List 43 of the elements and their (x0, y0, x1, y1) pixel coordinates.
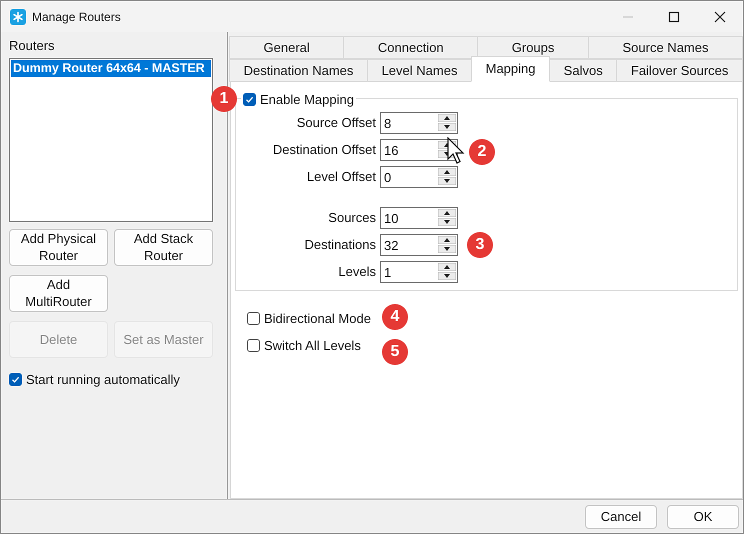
checkbox[interactable] (9, 372, 22, 386)
spin-box[interactable]: 0 (380, 166, 458, 188)
dialog-button[interactable]: OK (667, 504, 739, 528)
field-label: Source Offset (296, 114, 377, 132)
spin-box[interactable]: 1 (380, 260, 458, 282)
spin-box[interactable]: 8 (380, 112, 458, 134)
router-action-button[interactable]: Add Stack Router (114, 228, 213, 266)
checkbox-label: Switch All Levels (264, 337, 361, 355)
checkbox-label: Enable Mapping (260, 91, 354, 109)
router-list-item[interactable]: Dummy Router 64x64 - MASTER (11, 60, 211, 76)
routers-label: Routers (9, 37, 56, 55)
router-action-button[interactable]: Add MultiRouter (9, 274, 108, 312)
checkbox-label: Start running automatically (26, 370, 180, 389)
tab[interactable]: Mapping (471, 56, 550, 82)
tab[interactable]: Source Names (588, 36, 743, 59)
app-logo-icon (10, 8, 26, 24)
checkbox-label: Bidirectional Mode (264, 310, 371, 328)
spin-box[interactable]: 16 (380, 138, 458, 160)
spin-arrows-icon[interactable] (438, 168, 456, 186)
routers-list[interactable]: Dummy Router 64x64 - MASTER (9, 58, 213, 222)
checkbox[interactable] (247, 339, 260, 352)
tab[interactable]: Connection (343, 36, 478, 59)
tab[interactable]: General (229, 36, 344, 59)
field-label: Level Offset (306, 168, 377, 186)
spin-arrows-icon[interactable] (438, 262, 456, 280)
tab[interactable]: Destination Names (229, 59, 368, 82)
window-title: Manage Routers (32, 8, 121, 26)
spin-box[interactable]: 32 (380, 234, 458, 256)
tab[interactable]: Groups (477, 36, 589, 59)
field-label: Levels (337, 262, 377, 281)
tab[interactable]: Failover Sources (616, 59, 743, 82)
mouse-cursor-icon (447, 137, 465, 165)
spin-arrows-icon[interactable] (438, 114, 456, 132)
spin-arrows-icon[interactable] (438, 208, 456, 226)
field-label: Sources (327, 208, 377, 227)
spin-box[interactable]: 10 (380, 206, 458, 228)
spin-arrows-icon[interactable] (438, 236, 456, 254)
router-action-button[interactable]: Add Physical Router (9, 228, 108, 266)
dialog-button[interactable]: Cancel (585, 504, 657, 528)
checkbox[interactable] (243, 93, 256, 106)
checkbox[interactable] (247, 312, 260, 325)
field-label: Destinations (303, 236, 377, 254)
field-label: Destination Offset (272, 140, 377, 159)
